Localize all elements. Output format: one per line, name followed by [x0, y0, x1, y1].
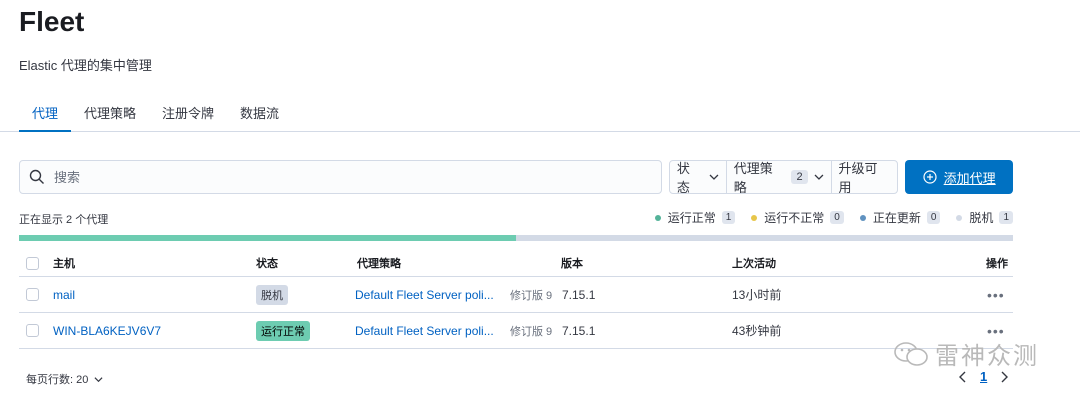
- legend-unhealthy: 运行不正常 0: [751, 209, 844, 226]
- add-agent-button[interactable]: 添加代理: [905, 160, 1013, 194]
- column-version[interactable]: 版本: [561, 250, 583, 276]
- column-host[interactable]: 主机: [53, 250, 75, 276]
- legend-count: 0: [830, 211, 844, 224]
- policy-link[interactable]: Default Fleet Server poli...: [355, 277, 494, 312]
- version-cell: 7.15.1: [562, 287, 596, 302]
- tab-agent-policies[interactable]: 代理策略: [71, 92, 149, 132]
- tab-bar: 代理 代理策略 注册令牌 数据流: [19, 92, 292, 132]
- showing-count: 正在显示 2 个代理: [19, 214, 109, 226]
- legend-updating: 正在更新 0: [859, 209, 941, 226]
- row-checkbox[interactable]: [26, 313, 39, 348]
- pagination: 1: [958, 369, 1009, 384]
- agents-table: 主机 状态 代理策略 版本 上次活动 操作 mail 脱机 Default Fl…: [19, 250, 1013, 349]
- watermark: 雷神众测: [893, 336, 1039, 371]
- status-cell: 运行正常: [256, 313, 310, 348]
- checkbox-box[interactable]: [26, 256, 39, 270]
- policy-filter-label: 代理策略: [733, 161, 773, 195]
- agent-health-bar: [19, 235, 1013, 241]
- legend-healthy: 运行正常 1: [654, 209, 736, 226]
- column-policy[interactable]: 代理策略: [357, 250, 401, 276]
- rows-per-page-selector[interactable]: 每页行数: 20: [26, 371, 103, 387]
- policy-link[interactable]: Default Fleet Server poli...: [355, 313, 494, 348]
- column-last-activity[interactable]: 上次活动: [732, 250, 776, 276]
- table-header: 主机 状态 代理策略 版本 上次活动 操作: [19, 250, 1013, 277]
- status-legend: 运行正常 1 运行不正常 0 正在更新 0 脱机 1: [639, 209, 1013, 226]
- policy-filter-count: 2: [791, 170, 808, 184]
- healthy-dot: [654, 214, 661, 221]
- tab-enrollment-tokens[interactable]: 注册令牌: [149, 92, 227, 132]
- wechat-icon: [894, 341, 928, 366]
- legend-offline: 脱机 1: [956, 209, 1013, 226]
- column-actions: 操作: [986, 258, 1008, 270]
- legend-label: 正在更新: [872, 211, 921, 225]
- health-bar-segment: [19, 235, 516, 241]
- tab-data-streams[interactable]: 数据流: [227, 92, 292, 132]
- chevron-left-icon[interactable]: [958, 371, 968, 383]
- table-row: WIN-BLA6KEJV6V7 运行正常 Default Fleet Serve…: [19, 313, 1013, 349]
- legend-count: 1: [721, 211, 736, 224]
- column-status[interactable]: 状态: [256, 250, 278, 276]
- policy-filter[interactable]: 代理策略 2: [727, 161, 832, 195]
- plus-circle-icon: [923, 170, 937, 184]
- page-1-button[interactable]: 1: [980, 369, 987, 384]
- host-link[interactable]: WIN-BLA6KEJV6V7: [53, 313, 161, 348]
- tab-agents[interactable]: 代理: [19, 92, 72, 132]
- legend-count: 0: [926, 211, 941, 224]
- watermark-text: 雷神众测: [935, 343, 1039, 370]
- page-header: Fleet Elastic 代理的集中管理 代理 代理策略 注册令牌 数据流: [0, 0, 1080, 132]
- legend-label: 运行正常: [667, 211, 716, 225]
- chevron-down-icon: [814, 174, 824, 180]
- health-bar-segment: [516, 235, 1013, 241]
- search-input[interactable]: [54, 169, 614, 185]
- status-cell: 脱机: [256, 277, 288, 312]
- upgrade-available-filter[interactable]: 升级可用: [832, 161, 898, 195]
- updating-dot: [859, 214, 866, 221]
- last-activity-cell: 13小时前: [732, 288, 782, 302]
- row-checkbox[interactable]: [26, 277, 39, 312]
- checkbox-box[interactable]: [26, 288, 39, 301]
- legend-label: 运行不正常: [764, 211, 825, 225]
- select-all-checkbox[interactable]: [26, 250, 39, 276]
- toolbar: 状态 代理策略 2 升级可用 添加代理: [19, 160, 1013, 195]
- chevron-down-icon: [709, 174, 719, 180]
- filter-group: 状态 代理策略 2 升级可用: [668, 160, 899, 195]
- last-activity-cell: 43秒钟前: [732, 324, 782, 338]
- status-filter-label: 状态: [676, 161, 690, 195]
- unhealthy-dot: [751, 214, 758, 221]
- chevron-down-icon: [94, 376, 103, 382]
- policy-revision: 修订版 9: [510, 289, 553, 302]
- page-title: Fleet: [19, 6, 85, 37]
- checkbox-box[interactable]: [26, 324, 39, 337]
- policy-revision: 修订版 9: [510, 325, 553, 338]
- legend-label: 脱机: [969, 211, 994, 225]
- rows-per-page-label: 每页行数: 20: [26, 374, 89, 386]
- offline-dot: [956, 214, 963, 221]
- status-badge: 运行正常: [256, 320, 310, 341]
- table-row: mail 脱机 Default Fleet Server poli... 修订版…: [19, 277, 1013, 313]
- chevron-right-icon[interactable]: [999, 371, 1009, 383]
- legend-count: 1: [999, 211, 1013, 224]
- status-badge: 脱机: [256, 284, 288, 305]
- add-agent-label: 添加代理: [943, 170, 996, 186]
- row-actions-button[interactable]: •••: [987, 277, 1005, 312]
- search-box[interactable]: [19, 160, 662, 194]
- page-subtitle: Elastic 代理的集中管理: [19, 58, 152, 73]
- search-icon: [29, 169, 44, 184]
- host-link[interactable]: mail: [53, 277, 75, 312]
- upgrade-filter-label: 升级可用: [838, 161, 878, 195]
- version-cell: 7.15.1: [562, 323, 596, 338]
- status-filter[interactable]: 状态: [670, 161, 727, 195]
